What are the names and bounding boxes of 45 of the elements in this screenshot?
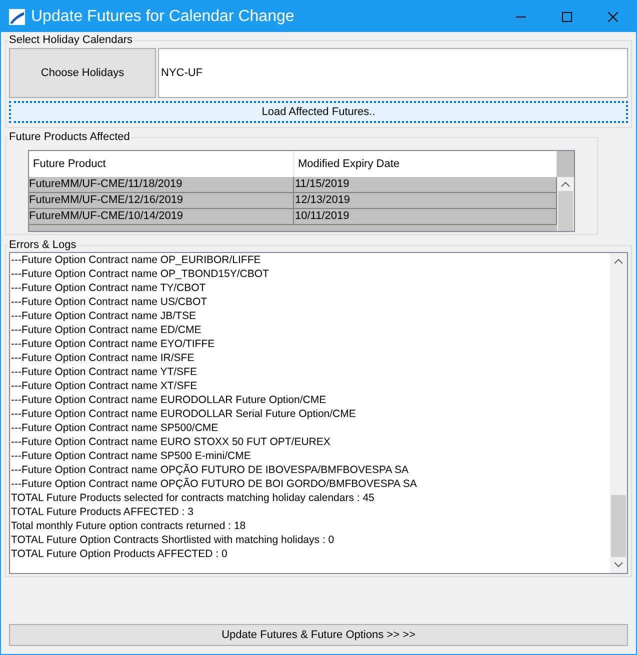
- log-line: ---Future Option Contract name OPÇÃO FUTURO DE BOI GORDO/BMFBOVESPA SA: [11, 477, 418, 491]
- scroll-up-icon: [614, 258, 623, 264]
- table-row[interactable]: FutureMM/UF-CME/10/14/2019 10/11/2019: [29, 209, 557, 225]
- log-line: ---Future Option Contract name XT/SFE: [11, 379, 198, 393]
- load-affected-futures-button[interactable]: Load Affected Futures..: [9, 101, 628, 123]
- choose-holidays-button[interactable]: Choose Holidays: [9, 48, 156, 98]
- log-line: ---Future Option Contract name OP_TBOND15Y/CBOT: [11, 267, 270, 281]
- window-title: Update Futures for Calendar Change: [31, 6, 294, 26]
- log-line: TOTAL Future Option Products AFFECTED : 0: [11, 547, 228, 561]
- log-line: ---Future Option Contract name SP500 E-mini/CME: [11, 449, 252, 463]
- log-line: ---Future Option Contract name EYO/TIFFE: [11, 337, 216, 351]
- table-cell: FutureMM/UF-CME/10/14/2019: [29, 209, 294, 224]
- scroll-down-icon: [614, 562, 623, 568]
- log-line: TOTAL Future Option Contracts Shortlisted with matching holidays : 0: [11, 533, 336, 547]
- table-cell: FutureMM/UF-CME/11/18/2019: [29, 177, 294, 192]
- scroll-thumb[interactable]: [611, 495, 626, 557]
- log-line: ---Future Option Contract name OPÇÃO FUTURO DE IBOVESPA/BMFBOVESPA SA: [11, 463, 410, 477]
- app-icon: [9, 8, 25, 24]
- log-line: TOTAL Future Products selected for contracts matching holiday calendars : 45: [11, 491, 376, 505]
- log-line: ---Future Option Contract name EURO STOXX 50 FUT OPT/EUREX: [11, 435, 332, 449]
- log-line: ---Future Option Contract name YT/SFE: [11, 365, 198, 379]
- log-line: ---Future Option Contract name IR/SFE: [11, 351, 196, 365]
- log-scrollbar[interactable]: [610, 253, 627, 573]
- group-title: Errors & Logs: [8, 238, 78, 252]
- log-line: ---Future Option Contract name EURODOLLAR Serial Future Option/CME: [11, 407, 357, 421]
- calendars-field[interactable]: NYC-UF: [158, 48, 628, 98]
- log-line: ---Future Option Contract name JB/TSE: [11, 309, 197, 323]
- log-line: ---Future Option Contract name SP500/CME: [11, 421, 220, 435]
- scroll-up-icon: [561, 181, 570, 187]
- maximize-icon: [562, 12, 572, 22]
- log-line: ---Future Option Contract name OP_EURIBOR/LIFFE: [11, 253, 262, 267]
- group-title: Select Holiday Calendars: [8, 33, 134, 47]
- table-row[interactable]: FutureMM/UF-CME/11/18/2019 11/15/2019: [29, 177, 557, 193]
- log-line: ---Future Option Contract name EURODOLLAR Future Option/CME: [11, 393, 328, 407]
- log-line: ---Future Option Contract name ED/CME: [11, 323, 202, 337]
- close-icon: [608, 12, 618, 22]
- table-cell: FutureMM/UF-CME/12/16/2019: [29, 193, 294, 208]
- scrollbar[interactable]: [557, 151, 574, 231]
- log-area[interactable]: [9, 252, 628, 574]
- log-line: ---Future Option Contract name TY/CBOT: [11, 281, 207, 295]
- update-futures-button[interactable]: Update Futures & Future Options >> >>: [9, 624, 628, 646]
- log-line: ---Future Option Contract name US/CBOT: [11, 295, 208, 309]
- table-row[interactable]: FutureMM/UF-CME/12/16/2019 12/13/2019: [29, 193, 557, 209]
- log-line: Total monthly Future option contracts returned : 18: [11, 519, 247, 533]
- log-line: TOTAL Future Products AFFECTED : 3: [11, 505, 194, 519]
